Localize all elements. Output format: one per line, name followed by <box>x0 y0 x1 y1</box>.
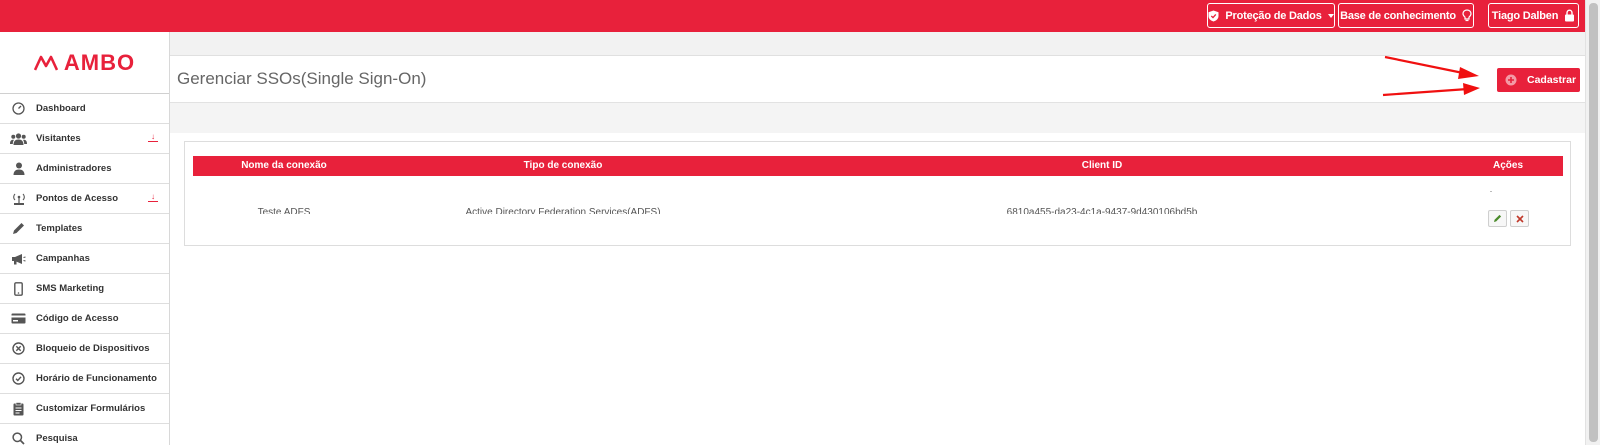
add-sso-button[interactable]: Cadastrar <box>1497 68 1580 92</box>
plus-circle-icon <box>1505 74 1517 86</box>
page-title: Gerenciar SSOs(Single Sign-On) <box>177 69 427 88</box>
pencil-icon <box>10 222 27 236</box>
users-icon <box>10 132 27 146</box>
knowledge-base-label: Base de conhecimento <box>1340 9 1456 22</box>
sidebar-item-label: Pesquisa <box>36 433 78 444</box>
access-point-icon <box>10 192 27 206</box>
row-client-id: 6810a455-da23-4c1a-9437-9d430106bd5b <box>1006 207 1198 214</box>
sidebar-item-label: Código de Acesso <box>36 313 119 324</box>
content-band <box>170 103 1585 133</box>
sidebar-item-dashboard[interactable]: Dashboard <box>0 94 169 124</box>
header-client-id: Client ID <box>1081 160 1123 171</box>
table-header: Nome da conexão Tipo de conexão Client I… <box>193 156 1563 176</box>
user-icon <box>10 162 27 176</box>
lock-icon <box>1565 9 1575 22</box>
sidebar-item-campanhas[interactable]: Campanhas <box>0 244 169 274</box>
sidebar-item-codigo-de-acesso[interactable]: Código de Acesso <box>0 304 169 334</box>
megaphone-icon <box>10 252 27 266</box>
sidebar-item-bloqueio-de-dispositivos[interactable]: Bloqueio de Dispositivos <box>0 334 169 364</box>
sidebar-item-label: Templates <box>36 223 83 234</box>
expand-badge: ↓ <box>148 193 158 202</box>
privacy-dropdown-button[interactable]: Proteção de Dados <box>1207 3 1335 28</box>
caret-down-icon <box>1327 13 1334 18</box>
page-header: Gerenciar SSOs(Single Sign-On) Cadastrar <box>170 56 1585 103</box>
privacy-label: Proteção de Dados <box>1225 9 1322 22</box>
sidebar-item-visitantes[interactable]: Visitantes ↓ <box>0 124 169 154</box>
action-separator <box>1490 191 1492 192</box>
sidebar-item-label: Campanhas <box>36 253 90 264</box>
sidebar-item-label: Bloqueio de Dispositivos <box>36 343 150 354</box>
sidebar-item-customizar-formularios[interactable]: Customizar Formulários <box>0 394 169 424</box>
sidebar-item-label: Pontos de Acesso <box>36 193 119 204</box>
pencil-icon <box>1494 214 1502 222</box>
content-top-strip <box>170 32 1585 56</box>
knowledge-base-button[interactable]: Base de conhecimento <box>1338 3 1474 28</box>
logo-text: AMBO <box>63 49 136 75</box>
sidebar-item-horario-de-funcionamento[interactable]: Horário de Funcionamento <box>0 364 169 394</box>
page-scrollbar[interactable] <box>1585 0 1600 445</box>
sso-table-panel: Nome da conexão Tipo de conexão Client I… <box>184 141 1571 246</box>
logo-m-icon <box>33 55 58 71</box>
sidebar-item-pontos-de-acesso[interactable]: Pontos de Acesso ↓ <box>0 184 169 214</box>
mobile-icon <box>10 281 27 296</box>
sidebar-item-sms-marketing[interactable]: SMS Marketing <box>0 274 169 304</box>
sidebar-item-label: Horário de Funcionamento <box>36 373 157 384</box>
top-bar: Proteção de Dados Base de conhecimento T… <box>0 0 1585 32</box>
delete-button[interactable] <box>1510 210 1529 227</box>
card-icon <box>10 312 27 326</box>
lightbulb-icon <box>1462 9 1472 22</box>
sidebar-item-administradores[interactable]: Administradores <box>0 154 169 184</box>
sidebar-item-label: Administradores <box>36 163 112 174</box>
sidebar-item-pesquisa[interactable]: Pesquisa <box>0 424 169 445</box>
header-actions: Ações <box>1492 160 1524 171</box>
edit-button[interactable] <box>1488 210 1507 227</box>
sidebar-item-label: SMS Marketing <box>36 283 105 294</box>
scrollbar-thumb[interactable] <box>1589 3 1598 442</box>
sso-table: Nome da conexão Tipo de conexão Client I… <box>193 156 1563 236</box>
clipboard-icon <box>10 401 27 416</box>
shield-icon <box>1208 10 1219 21</box>
sidebar-item-label: Customizar Formulários <box>36 403 146 414</box>
expand-badge: ↓ <box>148 133 158 142</box>
add-sso-label: Cadastrar <box>1527 74 1577 86</box>
header-connection-type: Tipo de conexão <box>523 160 603 171</box>
sidebar-item-label: Dashboard <box>36 103 86 114</box>
clock-icon <box>10 372 27 386</box>
user-menu-button[interactable]: Tiago Dalben <box>1488 3 1579 28</box>
row-connection-type: Active Directory Federation Services(ADF… <box>465 207 661 214</box>
header-connection-name: Nome da conexão <box>241 160 327 171</box>
sidebar-item-templates[interactable]: Templates <box>0 214 169 244</box>
row-connection-name: Teste ADFS <box>257 207 311 214</box>
close-icon <box>1515 214 1524 223</box>
annotation-arrows <box>1382 55 1480 97</box>
dashboard-icon <box>10 102 27 116</box>
sidebar-item-label: Visitantes <box>36 133 81 144</box>
table-row: Teste ADFS Active Directory Federation S… <box>193 176 1563 236</box>
sidebar: AMBO Dashboard Visitantes ↓ Administrado… <box>0 32 170 445</box>
logo[interactable]: AMBO <box>0 32 169 94</box>
user-name: Tiago Dalben <box>1491 9 1559 22</box>
search-icon <box>10 432 27 445</box>
block-icon <box>10 342 27 356</box>
